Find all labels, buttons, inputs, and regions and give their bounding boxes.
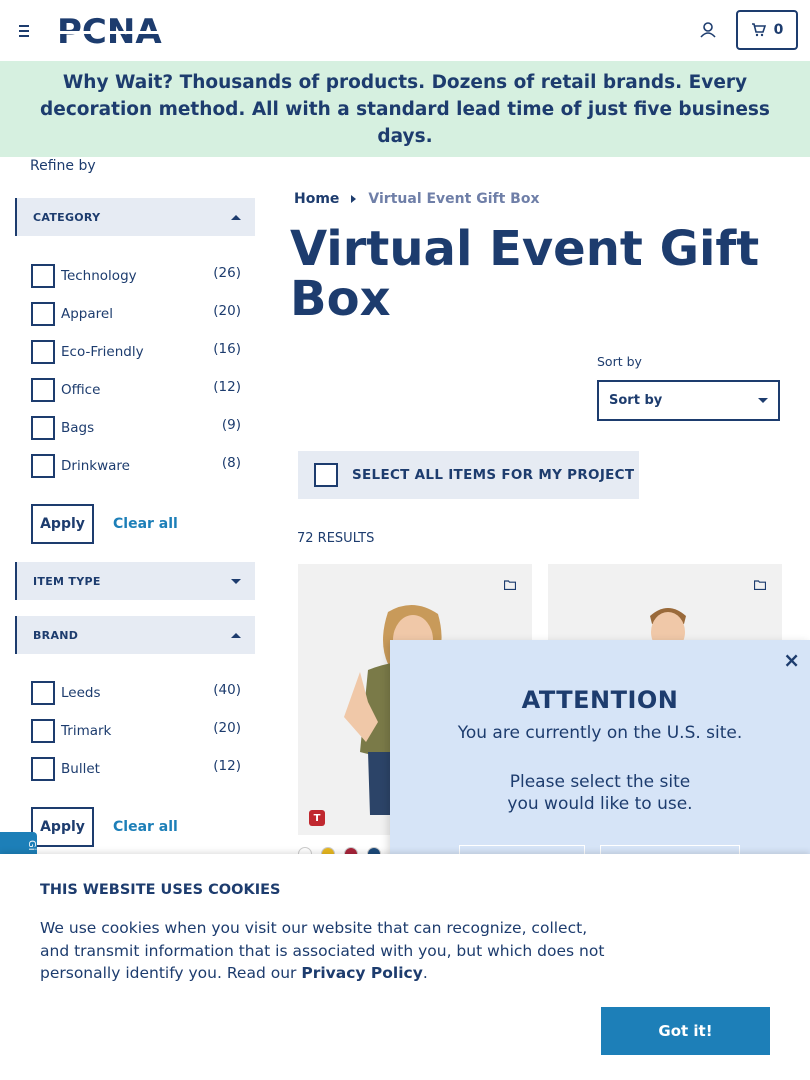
cookie-banner: THIS WEBSITE USES COOKIES We use cookies… [0,854,810,1080]
facet-option-count: (12) [213,379,241,395]
facet-option-count: (8) [221,455,241,471]
facet-option-count: (9) [221,417,241,433]
checkbox[interactable] [31,302,55,326]
checkbox[interactable] [31,378,55,402]
modal-heading: ATTENTION [521,686,679,714]
brand-apply-button[interactable]: Apply [31,807,94,847]
brand-clear-all-link[interactable]: Clear all [113,819,178,835]
facet-option-apparel[interactable]: Apparel (20) [31,300,241,326]
facet-option-count: (20) [213,720,241,736]
cart-button[interactable]: 0 [736,10,798,50]
facet-option-label: Leeds [61,685,101,701]
facet-option-eco-friendly[interactable]: Eco-Friendly (16) [31,338,241,364]
site-select-modal: × ATTENTION You are currently on the U.S… [390,640,810,885]
breadcrumb-current: Virtual Event Gift Box [368,191,540,207]
facet-option-count: (40) [213,682,241,698]
modal-instruction-text: Please select the site you would like to… [507,772,693,814]
facet-option-label: Apparel [61,306,113,322]
sort-select-value: Sort by [609,393,663,408]
account-icon[interactable] [698,20,718,40]
checkbox[interactable] [31,264,55,288]
promo-banner: Why Wait? Thousands of products. Dozens … [0,61,810,157]
sort-select[interactable]: Sort by [597,380,780,421]
cart-icon [751,23,766,37]
menu-icon[interactable] [19,22,37,38]
category-facet-title: CATEGORY [33,210,101,224]
facet-option-trimark[interactable]: Trimark (20) [31,717,241,743]
facet-option-bullet[interactable]: Bullet (12) [31,755,241,781]
facet-option-office[interactable]: Office (12) [31,376,241,402]
facet-option-count: (20) [213,303,241,319]
results-count: 72 RESULTS [297,531,375,546]
folder-icon[interactable] [754,580,766,590]
facet-option-label: Bullet [61,761,100,777]
item-type-facet-header[interactable]: ITEM TYPE [15,562,255,600]
facet-option-technology[interactable]: Technology (26) [31,262,241,288]
cart-count: 0 [773,22,784,38]
modal-current-site-text: You are currently on the U.S. site. [457,723,743,743]
facet-option-count: (26) [213,265,241,281]
brand-badge: T [309,810,325,826]
folder-icon[interactable] [504,580,516,590]
breadcrumb: Home Virtual Event Gift Box [294,191,539,207]
facet-option-label: Office [61,382,101,398]
facet-option-drinkware[interactable]: Drinkware (8) [31,452,241,478]
checkbox[interactable] [31,416,55,440]
checkbox[interactable] [31,340,55,364]
facet-option-bags[interactable]: Bags (9) [31,414,241,440]
brand-facet-title: BRAND [33,628,79,642]
category-apply-button[interactable]: Apply [31,504,94,544]
refine-by-label: Refine by [30,158,96,174]
pcna-logo[interactable]: PCNA [57,13,177,47]
site-header: PCNA 0 [0,0,810,61]
checkbox[interactable] [31,719,55,743]
category-clear-all-link[interactable]: Clear all [113,516,178,532]
cookie-accept-button[interactable]: Got it! [601,1007,770,1055]
select-all-label: SELECT ALL ITEMS FOR MY PROJECT [352,467,635,483]
select-all-items[interactable]: SELECT ALL ITEMS FOR MY PROJECT [298,451,639,499]
facet-option-label: Technology [61,268,137,284]
collapse-icon [231,214,241,220]
svg-text:PCNA: PCNA [57,13,162,47]
facet-option-label: Eco-Friendly [61,344,144,360]
breadcrumb-home-link[interactable]: Home [294,191,339,207]
promo-text: Why Wait? Thousands of products. Dozens … [40,71,770,147]
checkbox[interactable] [31,681,55,705]
facet-option-label: Drinkware [61,458,130,474]
facet-option-label: Trimark [61,723,112,739]
sort-label: Sort by [597,354,642,369]
privacy-policy-link[interactable]: Privacy Policy [301,964,423,982]
collapse-icon [231,632,241,638]
facet-option-leeds[interactable]: Leeds (40) [31,679,241,705]
chevron-down-icon [758,398,768,403]
facet-option-count: (12) [213,758,241,774]
cookie-body: We use cookies when you visit our websit… [40,917,620,985]
facet-option-count: (16) [213,341,241,357]
item-type-facet-title: ITEM TYPE [33,574,101,588]
category-facet-header[interactable]: CATEGORY [15,198,255,236]
expand-icon [231,578,241,584]
checkbox[interactable] [31,454,55,478]
cookie-period: . [422,964,428,982]
checkbox[interactable] [31,757,55,781]
cookie-heading: THIS WEBSITE USES COOKIES [40,882,281,898]
facet-option-label: Bags [61,420,95,436]
select-all-checkbox[interactable] [314,463,338,487]
page-title: Virtual Event Gift Box [290,221,760,327]
brand-facet-header[interactable]: BRAND [15,616,255,654]
breadcrumb-arrow-icon [351,195,357,203]
close-icon[interactable]: × [783,648,800,672]
